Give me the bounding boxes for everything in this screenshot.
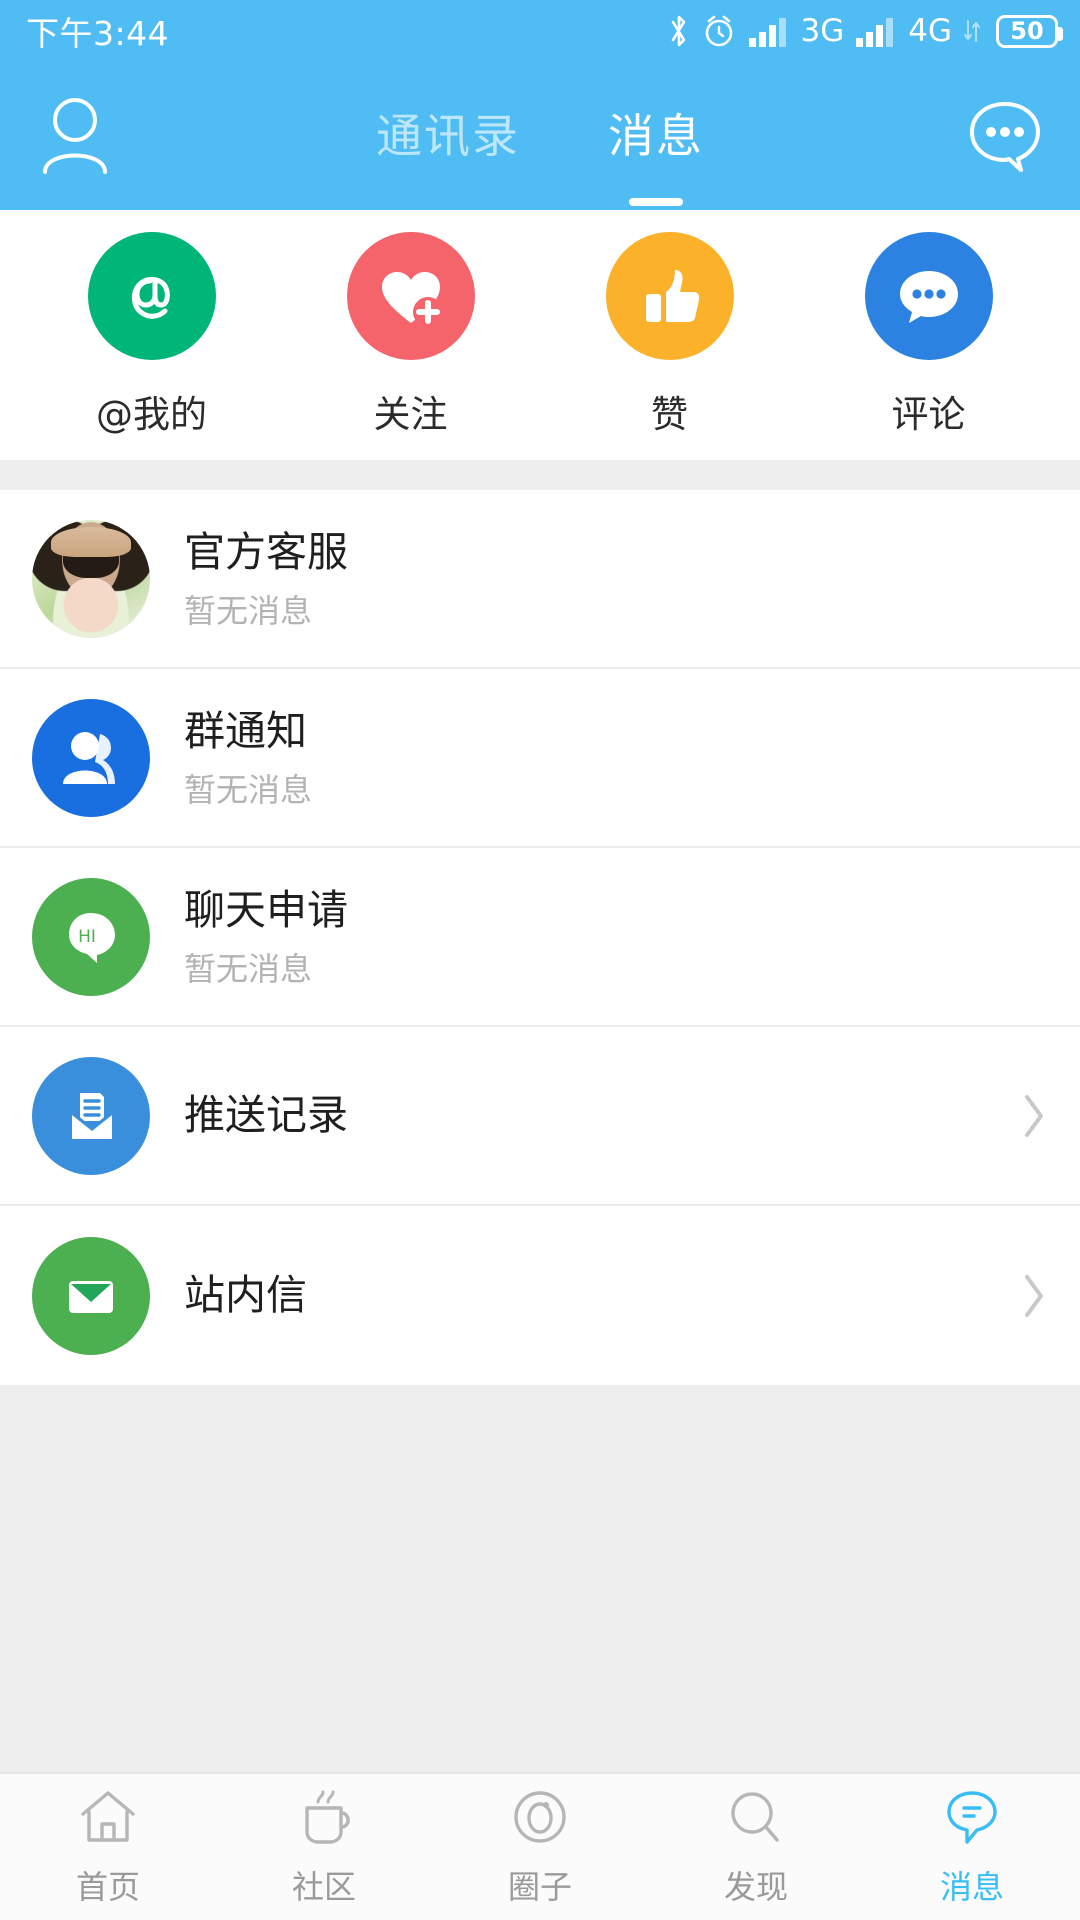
coffee-cup-icon (293, 1786, 355, 1848)
shortcut-follow-label: 关注 (373, 393, 448, 436)
comment-dots-icon (864, 232, 993, 360)
shortcut-row: @我的 关注 赞 评论 (0, 210, 1080, 460)
app-header: 通讯录 消息 (0, 62, 1080, 210)
nav-item-community[interactable]: 社区 (216, 1786, 432, 1908)
message-list: 官方客服 暂无消息 群通知 暂无消息 HI 聊天申请 暂无消息 推送记录 站内信 (0, 490, 1080, 1385)
list-item-title: 官方客服 (184, 527, 348, 576)
nav-item-discover[interactable]: 发现 (648, 1786, 864, 1908)
battery-icon: 50 (996, 14, 1063, 48)
thumbs-up-icon (605, 232, 734, 360)
list-item-title: 聊天申请 (184, 885, 348, 934)
section-divider (0, 460, 1080, 490)
circle-icon (509, 1786, 571, 1848)
shortcut-comment-label: 评论 (891, 393, 966, 436)
alarm-icon (701, 13, 737, 49)
search-icon (725, 1786, 787, 1848)
network-type-1: 3G (800, 12, 845, 49)
tab-messages-label: 消息 (608, 109, 704, 163)
list-item-title: 站内信 (184, 1271, 307, 1320)
shortcut-like[interactable]: 赞 (570, 232, 770, 438)
data-transfer-icon (963, 17, 981, 45)
nav-item-discover-label: 发现 (723, 1868, 788, 1906)
status-bar: 下午3:44 3G 4G 50 (0, 0, 1080, 62)
shortcut-follow[interactable]: 关注 (311, 232, 511, 438)
battery-level: 50 (1010, 17, 1044, 45)
list-item[interactable]: 官方客服 暂无消息 (0, 490, 1080, 669)
new-chat-button[interactable] (930, 62, 1080, 210)
nav-item-circle[interactable]: 圈子 (432, 1786, 648, 1908)
list-item-subtitle: 暂无消息 (184, 771, 313, 810)
shortcut-like-label: 赞 (651, 393, 688, 436)
nav-item-community-label: 社区 (291, 1868, 356, 1906)
message-icon (941, 1786, 1003, 1848)
nav-item-home-label: 首页 (75, 1868, 140, 1906)
nav-item-messages[interactable]: 消息 (864, 1786, 1080, 1908)
chevron-right-icon (1022, 1273, 1046, 1319)
signal-bars-icon (855, 15, 897, 47)
tab-messages[interactable]: 消息 (608, 100, 704, 206)
hi-bubble-icon: HI (32, 877, 150, 996)
chevron-right-icon (1022, 1093, 1046, 1139)
nav-item-circle-label: 圈子 (507, 1868, 572, 1906)
envelope-icon (32, 1236, 150, 1355)
list-item[interactable]: 站内信 (0, 1206, 1080, 1385)
status-bar-icons: 3G 4G 50 (668, 12, 1063, 49)
signal-bars-icon (748, 15, 790, 47)
shortcut-at-me[interactable]: @我的 (52, 232, 252, 438)
list-item-subtitle: 暂无消息 (184, 592, 313, 631)
heart-plus-icon (346, 232, 475, 360)
list-item[interactable]: HI 聊天申请 暂无消息 (0, 848, 1080, 1027)
tab-contacts-label: 通讯录 (376, 109, 520, 163)
home-icon (77, 1786, 139, 1848)
group-people-icon (32, 698, 150, 817)
nav-item-home[interactable]: 首页 (0, 1786, 216, 1908)
shortcut-comment[interactable]: 评论 (829, 232, 1029, 438)
list-item[interactable]: 推送记录 (0, 1027, 1080, 1206)
bottom-navigation: 首页 社区 圈子 发现 消息 (0, 1772, 1080, 1920)
list-item[interactable]: 群通知 暂无消息 (0, 669, 1080, 848)
at-sign-icon (87, 232, 216, 360)
svg-text:HI: HI (78, 927, 96, 947)
shortcut-at-me-label: @我的 (96, 393, 207, 436)
tab-underline (629, 198, 683, 206)
header-tabs: 通讯录 消息 (0, 62, 1080, 210)
nav-item-messages-label: 消息 (939, 1868, 1004, 1906)
network-type-2: 4G (908, 12, 952, 49)
list-item-title: 群通知 (184, 706, 307, 755)
bluetooth-icon (668, 13, 690, 49)
list-item-title: 推送记录 (184, 1091, 348, 1140)
push-inbox-icon (32, 1056, 150, 1175)
status-bar-time: 下午3:44 (26, 14, 170, 53)
list-item-subtitle: 暂无消息 (184, 950, 313, 989)
tab-contacts[interactable]: 通讯录 (376, 100, 520, 172)
chat-bubble-dots-icon (964, 94, 1046, 178)
user-photo-avatar (32, 519, 150, 638)
empty-area (0, 1385, 1080, 1653)
